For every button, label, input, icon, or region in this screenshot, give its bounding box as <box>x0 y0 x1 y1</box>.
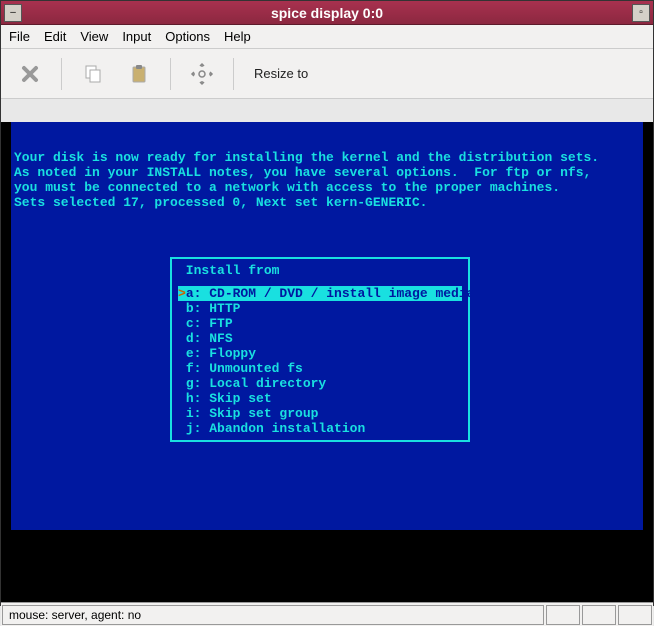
install-menu-item-a[interactable]: >a: CD-ROM / DVD / install image media <box>178 286 462 301</box>
menu-marker: > <box>178 286 186 301</box>
menu-input[interactable]: Input <box>122 29 151 44</box>
paste-button[interactable] <box>120 55 158 93</box>
install-menu-item-h[interactable]: h: Skip set <box>178 391 462 406</box>
install-menu-item-g[interactable]: g: Local directory <box>178 376 462 391</box>
menu-marker <box>178 331 186 346</box>
console-text: Your disk is now ready for installing th… <box>14 150 640 165</box>
install-menu-item-c[interactable]: c: FTP <box>178 316 462 331</box>
menu-item-label: f: Unmounted fs <box>186 361 303 376</box>
menu-file[interactable]: File <box>9 29 30 44</box>
console-text: As noted in your INSTALL notes, you have… <box>14 165 640 180</box>
install-menu: Install from >a: CD-ROM / DVD / install … <box>170 257 470 442</box>
menu-item-label: e: Floppy <box>186 346 256 361</box>
status-text: mouse: server, agent: no <box>2 605 544 625</box>
menu-view[interactable]: View <box>80 29 108 44</box>
menu-item-label: h: Skip set <box>186 391 272 406</box>
menu-item-label: d: NFS <box>186 331 233 346</box>
resize-label[interactable]: Resize to <box>254 66 308 81</box>
console-text: you must be connected to a network with … <box>14 180 640 195</box>
menu-marker <box>178 406 186 421</box>
install-menu-item-d[interactable]: d: NFS <box>178 331 462 346</box>
console: Your disk is now ready for installing th… <box>11 122 643 530</box>
menu-marker <box>178 316 186 331</box>
menu-marker <box>178 421 186 436</box>
status-cell <box>618 605 652 625</box>
console-text: Sets selected 17, processed 0, Next set … <box>14 195 640 210</box>
menu-help[interactable]: Help <box>224 29 251 44</box>
paste-icon <box>128 63 150 85</box>
window-maximize-button[interactable]: ▫ <box>632 4 650 22</box>
menu-options[interactable]: Options <box>165 29 210 44</box>
install-menu-item-i[interactable]: i: Skip set group <box>178 406 462 421</box>
toolbar-separator <box>170 58 171 90</box>
window-menu-button[interactable]: – <box>4 4 22 22</box>
install-menu-item-j[interactable]: j: Abandon installation <box>178 421 462 436</box>
install-menu-item-f[interactable]: f: Unmounted fs <box>178 361 462 376</box>
menu-marker <box>178 346 186 361</box>
install-menu-item-b[interactable]: b: HTTP <box>178 301 462 316</box>
close-button[interactable] <box>11 55 49 93</box>
menu-marker <box>178 301 186 316</box>
install-menu-title: Install from <box>178 263 462 278</box>
display-area[interactable]: Your disk is now ready for installing th… <box>1 122 653 602</box>
titlebar[interactable]: – spice display 0:0 ▫ <box>1 1 653 25</box>
toolbar-separator <box>233 58 234 90</box>
toolbar-separator <box>61 58 62 90</box>
menu-item-label: j: Abandon installation <box>186 421 365 436</box>
app-window: – spice display 0:0 ▫ File Edit View Inp… <box>0 0 654 606</box>
menu-item-label: c: FTP <box>186 316 233 331</box>
copy-button[interactable] <box>74 55 112 93</box>
grab-icon <box>190 62 214 86</box>
status-cell <box>546 605 580 625</box>
toolbar: Resize to <box>1 49 653 99</box>
menu-item-label: i: Skip set group <box>186 406 319 421</box>
window-title: spice display 0:0 <box>25 5 629 21</box>
menu-item-label: b: HTTP <box>186 301 241 316</box>
install-menu-item-e[interactable]: e: Floppy <box>178 346 462 361</box>
menu-marker <box>178 361 186 376</box>
close-icon <box>19 63 41 85</box>
grab-button[interactable] <box>183 55 221 93</box>
menu-item-label: a: CD-ROM / DVD / install image media <box>186 286 475 301</box>
status-cell <box>582 605 616 625</box>
menu-marker <box>178 376 186 391</box>
menubar: File Edit View Input Options Help <box>1 25 653 49</box>
menu-item-label: g: Local directory <box>186 376 326 391</box>
menu-edit[interactable]: Edit <box>44 29 66 44</box>
copy-icon <box>82 63 104 85</box>
menu-marker <box>178 391 186 406</box>
